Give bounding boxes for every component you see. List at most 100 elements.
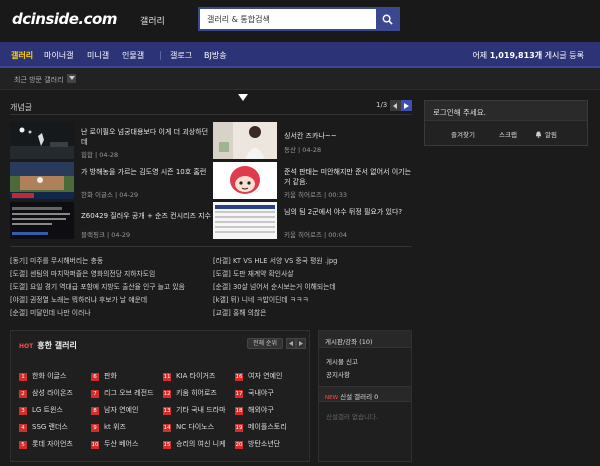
chevron-down-icon	[68, 76, 75, 80]
list-item[interactable]: [도갤] 요일 경기 역대급 포함에 지방도 출산율 인구 늘고 있음	[10, 281, 185, 291]
rank-badge: 16	[235, 373, 243, 381]
notice-link[interactable]: 공지사항	[326, 369, 350, 379]
hot-gallery-title: HOT 흥한 갤러리	[19, 340, 77, 351]
hot-next-button[interactable]	[296, 338, 306, 349]
rank-badge: 12	[163, 390, 171, 398]
concept-post[interactable]: 님의 팀 2군에서 야수 뒤정 필요가 있다? 키움 히어로즈 | 00:04	[213, 202, 413, 240]
concept-post[interactable]: Z60429 질러우 공개 + 순즈 컨시리즈 지수 블랙핑크 | 04-29	[10, 202, 211, 240]
rank-badge: 1	[19, 373, 27, 381]
notice-header: 게시판/강좌 (10)	[319, 331, 411, 348]
post-thumbnail[interactable]	[10, 122, 74, 159]
site-logo[interactable]: dcinside.com	[12, 10, 117, 28]
concept-prev-button[interactable]	[390, 100, 401, 111]
rank-badge: 9	[91, 424, 99, 432]
hot-gallery-name: 승리의 여신 니케	[176, 440, 226, 448]
post-meta: 동산 | 04-28	[284, 146, 322, 154]
login-prompt[interactable]: 로그인해 주세요.	[425, 101, 587, 121]
post-title[interactable]: 싱서칸 즈카나~~	[284, 131, 414, 141]
hot-gallery-item[interactable]: 15 승리의 여신 니케	[163, 439, 226, 449]
hot-gallery-item[interactable]: 20 방탄소년단	[235, 439, 280, 449]
post-title[interactable]: 난 로이필오 넘궁대용보다 이게 더 괴상하던데	[81, 127, 211, 147]
recent-galleries-bar: 최근 방문 갤러리	[0, 68, 600, 90]
concept-section-title: 개념글	[10, 103, 33, 112]
search-input[interactable]	[200, 9, 376, 29]
favorites-link[interactable]: 즐겨찾기	[451, 129, 475, 139]
post-thumbnail[interactable]	[213, 122, 277, 159]
hot-gallery-title-text: 흥한 갤러리	[37, 341, 77, 350]
report-post-link[interactable]: 게시물 신고	[326, 356, 358, 366]
list-item[interactable]: [교갤] 홍해 의찮은	[213, 307, 266, 317]
search-button[interactable]	[376, 9, 398, 29]
hot-gallery-item[interactable]: 14 NC 다이노스	[163, 422, 214, 432]
hot-gallery-item[interactable]: 11 KIA 타이거즈	[163, 371, 215, 381]
rank-badge: 6	[91, 373, 99, 381]
post-thumbnail[interactable]	[213, 202, 277, 239]
new-gallery-title: 신설 갤러리 0	[340, 393, 379, 401]
hot-gallery-item[interactable]: 19 메이플스토리	[235, 422, 287, 432]
hot-gallery-item[interactable]: 8 남자 연예인	[91, 405, 138, 415]
hot-gallery-item[interactable]: 9 kt 위즈	[91, 422, 126, 432]
hot-gallery-item[interactable]: 4 SSG 랜더스	[19, 422, 68, 432]
nav-mini-gallery[interactable]: 미니갤	[87, 50, 109, 61]
hot-gallery-item[interactable]: 13 기타 국내 드라마	[163, 405, 226, 415]
recent-galleries-dropdown[interactable]	[67, 74, 76, 83]
section-divider	[10, 114, 412, 115]
scrap-link[interactable]: 스크랩	[499, 129, 517, 139]
list-item[interactable]: [k갤] 뒤) 니네 ㅋ밥이딘데 ㅋㅋㅋ	[213, 294, 309, 304]
hot-gallery-name: 기타 국내 드라마	[176, 406, 226, 414]
hot-gallery-item[interactable]: 6 판화	[91, 371, 117, 381]
hot-gallery-name: 한화 이글스	[32, 372, 67, 380]
nav-more-icon[interactable]	[238, 94, 248, 102]
hot-tag: HOT	[19, 343, 34, 350]
hot-gallery-item[interactable]: 10 두산 베어스	[91, 439, 138, 449]
hot-full-ranking-button[interactable]: 전체 순위	[247, 338, 283, 349]
hot-gallery-item[interactable]: 2 삼성 라이온즈	[19, 388, 73, 398]
hot-gallery-item[interactable]: 17 국내야구	[235, 388, 274, 398]
rank-badge: 19	[235, 424, 243, 432]
hot-gallery-item[interactable]: 18 해외야구	[235, 405, 274, 415]
concept-next-button[interactable]	[401, 100, 412, 111]
concept-post[interactable]: 싱서칸 즈카나~~ 동산 | 04-28	[213, 122, 413, 160]
list-item[interactable]: [라갤] KT VS HLE 서양 VS 중국 평원 .jpg	[213, 255, 338, 265]
hot-prev-button[interactable]	[286, 338, 296, 349]
nav-gallery[interactable]: 갤러리	[11, 50, 33, 61]
post-title[interactable]: 준석 판태는 미안해지만 준서 없어서 이기는 거 같음.	[284, 167, 414, 187]
list-item[interactable]: [동기] 미주를 무시해버리는 충동	[10, 255, 103, 265]
hot-gallery-item[interactable]: 12 키움 히어로즈	[163, 388, 217, 398]
concept-post[interactable]: 난 로이필오 넘궁대용보다 이게 더 괴상하던데 힙합 | 04-28	[10, 122, 210, 160]
list-item[interactable]: [도갤] 센팀의 마치막퍼즐은 영화의전당 지하차도임	[10, 268, 155, 278]
list-item[interactable]: [순갤] 미달인데 나만 이러나	[10, 307, 91, 317]
rank-badge: 5	[19, 441, 27, 449]
hot-gallery-item[interactable]: 7 리그 오브 레전드	[91, 388, 154, 398]
hot-gallery-item[interactable]: 5 롯데 자이언츠	[19, 439, 73, 449]
post-count-suffix: 게시글 등록	[542, 51, 584, 60]
post-meta: 블랙핑크 | 04-29	[81, 231, 131, 239]
list-item[interactable]: [야갤] 권정열 노래는 뭐하러냐 후보가 날 얘운데	[10, 294, 147, 304]
post-thumbnail[interactable]	[10, 202, 74, 239]
concept-page-indicator: 1/3	[376, 101, 388, 109]
nav-bj-broadcast[interactable]: BJ방송	[204, 50, 227, 61]
post-title[interactable]: 가 방해농을 가르는 김도영 시즌 10호 홈런	[81, 167, 211, 177]
post-title[interactable]: Z60429 질러우 공개 + 순즈 컨시리즈 지수	[81, 211, 211, 221]
list-item[interactable]: [순갤] 30살 넘어서 순시보는거 이해되는데	[213, 281, 336, 291]
post-thumbnail[interactable]	[213, 162, 277, 199]
post-thumbnail[interactable]	[10, 162, 74, 199]
nav-person-gallery[interactable]: 인물갤	[122, 50, 144, 61]
hot-gallery-item[interactable]: 16 여자 연예인	[235, 371, 282, 381]
gallery-home-link[interactable]: 갤러리	[140, 14, 165, 27]
site-header: dcinside.com 갤러리	[0, 0, 600, 42]
concept-post[interactable]: 준석 판태는 미안해지만 준서 없어서 이기는 거 같음. 키움 히어로즈 | …	[213, 162, 413, 200]
notification-link[interactable]: 알림	[535, 129, 557, 139]
hot-gallery-item[interactable]: 1 한화 이글스	[19, 371, 66, 381]
hot-gallery-name: 리그 오브 레전드	[104, 389, 154, 397]
list-item[interactable]: [도갤] 도판 재계약 확인사살	[213, 268, 294, 278]
nav-gallog[interactable]: 갤로그	[170, 50, 192, 61]
post-title[interactable]: 님의 팀 2군에서 야수 뒤정 필요가 있다?	[284, 207, 414, 217]
nav-separator	[160, 51, 161, 60]
hot-gallery-item[interactable]: 3 LG 트윈스	[19, 405, 63, 415]
post-count-stat: 어제 1,019,813개 게시글 등록	[472, 50, 584, 61]
recent-galleries-label: 최근 방문 갤러리	[14, 76, 64, 84]
concept-post[interactable]: 가 방해농을 가르는 김도영 시즌 10호 홈런 한화 이글스 | 04-29	[10, 162, 210, 200]
nav-minor-gallery[interactable]: 마이너갤	[44, 50, 73, 61]
hot-gallery-box: HOT 흥한 갤러리 전체 순위 1 한화 이글스 2 삼성 라이온즈 3 LG 트윈스…	[10, 330, 310, 462]
